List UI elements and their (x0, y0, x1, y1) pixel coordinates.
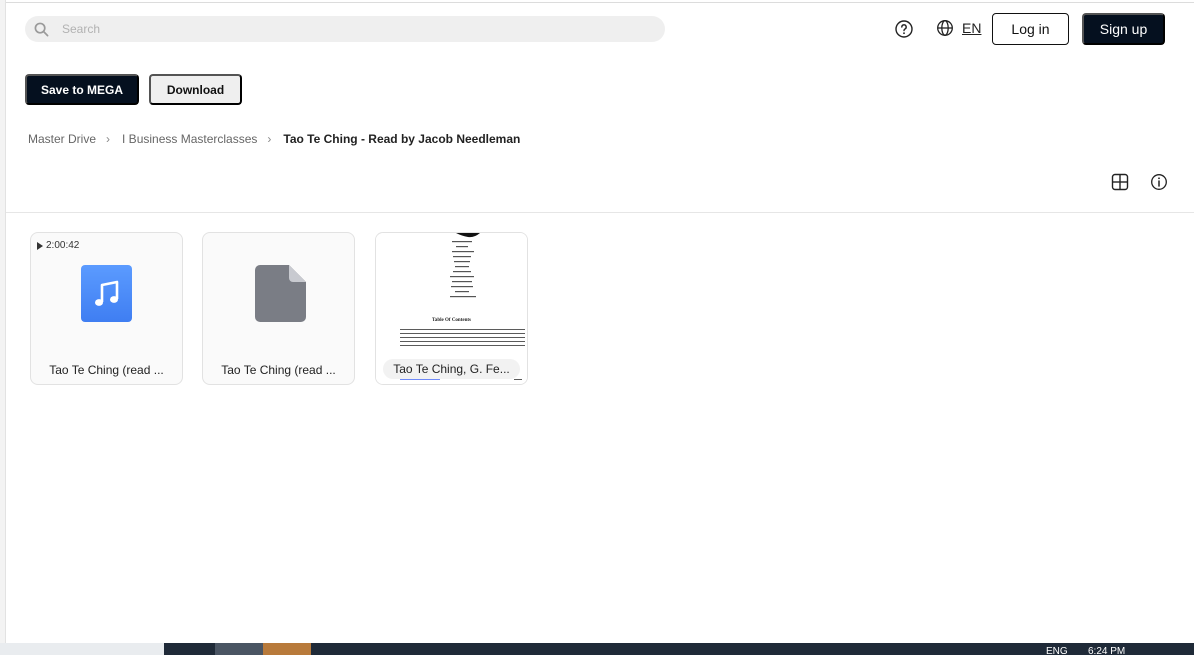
language-selector[interactable]: EN (962, 20, 981, 36)
search-icon (34, 22, 49, 36)
file-name: Tao Te Ching, G. Fe... (383, 359, 520, 379)
file-icon (255, 265, 306, 322)
breadcrumb-item-master-drive[interactable]: Master Drive (28, 132, 96, 146)
os-taskbar: ENG 6:24 PM (0, 643, 1194, 657)
file-name: Tao Te Ching (read ... (49, 363, 164, 377)
breadcrumb: Master Drive › I Business Masterclasses … (28, 132, 520, 146)
breadcrumb-item-business-masterclasses[interactable]: I Business Masterclasses (122, 132, 257, 146)
taskbar-search-area[interactable] (0, 643, 164, 655)
file-card-generic[interactable]: Tao Te Ching (read ... (202, 232, 355, 385)
chevron-right-icon: › (106, 132, 111, 146)
content-divider (6, 212, 1194, 213)
taskbar-app-files[interactable] (263, 643, 311, 655)
duration-label: 2:00:42 (46, 240, 80, 251)
signup-button[interactable]: Sign up (1082, 13, 1165, 45)
breadcrumb-current-folder: Tao Te Ching - Read by Jacob Needleman (283, 132, 521, 146)
chevron-right-icon: › (267, 132, 272, 146)
taskbar-language[interactable]: ENG (1046, 646, 1068, 657)
taskbar-app-chrome[interactable] (215, 643, 263, 655)
download-button[interactable]: Download (149, 74, 242, 105)
file-card-pdf[interactable]: Table Of Contents Tao Te Ching, G. Fe... (375, 232, 528, 385)
save-to-mega-button[interactable]: Save to MEGA (25, 74, 139, 105)
info-icon[interactable] (1150, 173, 1168, 191)
search-input[interactable] (62, 22, 622, 36)
globe-icon[interactable] (936, 19, 954, 37)
file-card-audio[interactable]: 2:00:42 Tao Te Ching (read ... (30, 232, 183, 385)
taskbar-clock[interactable]: 6:24 PM (1088, 646, 1125, 657)
play-icon (37, 241, 43, 250)
mega-folder-page: EN Log in Sign up Save to MEGA Download … (6, 2, 1194, 643)
login-button[interactable]: Log in (992, 13, 1069, 45)
file-name: Tao Te Ching (read ... (221, 363, 336, 377)
duration-badge: 2:00:42 (37, 240, 79, 251)
music-note-icon (81, 265, 132, 322)
help-circle-icon[interactable] (894, 19, 914, 39)
grid-view-icon[interactable] (1111, 173, 1129, 191)
search-bar[interactable] (25, 16, 665, 42)
pdf-thumbnail-heading: Table Of Contents (432, 318, 471, 323)
